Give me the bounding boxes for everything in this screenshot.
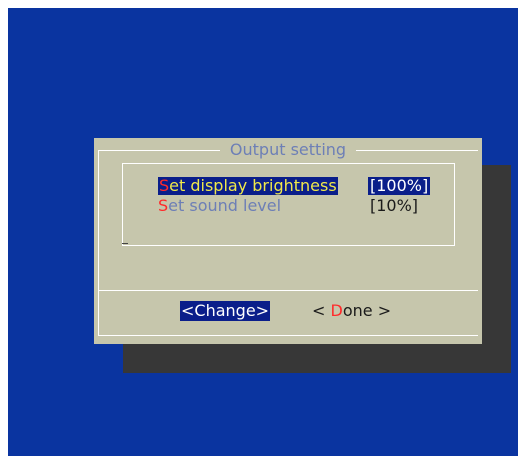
hotkey-letter: D (330, 301, 343, 320)
menu-item-label: et display brightness (169, 176, 337, 195)
frame-line (98, 150, 99, 336)
frame-line (98, 335, 478, 336)
done-bracket-left: < (312, 301, 331, 320)
hotkey-letter: S (159, 176, 170, 195)
done-button[interactable]: < Done > (312, 301, 391, 321)
button-separator (98, 290, 478, 291)
menu-item-label: et sound level (168, 196, 282, 215)
change-button[interactable]: <Change> (180, 301, 271, 321)
output-setting-dialog: Output setting Set display brightness [1… (94, 138, 482, 344)
menu-item-display-brightness[interactable]: Set display brightness (158, 177, 338, 195)
frame-line (356, 150, 478, 151)
dialog-title: Output setting (229, 140, 347, 159)
display-brightness-value[interactable]: [100%] (368, 177, 431, 195)
frame-line (98, 150, 220, 151)
done-label-rest: one > (342, 301, 392, 320)
menu-item-sound-level[interactable]: Set sound level (158, 197, 281, 215)
hotkey-letter: S (158, 196, 169, 215)
sound-level-value[interactable]: [10%] (368, 197, 420, 215)
